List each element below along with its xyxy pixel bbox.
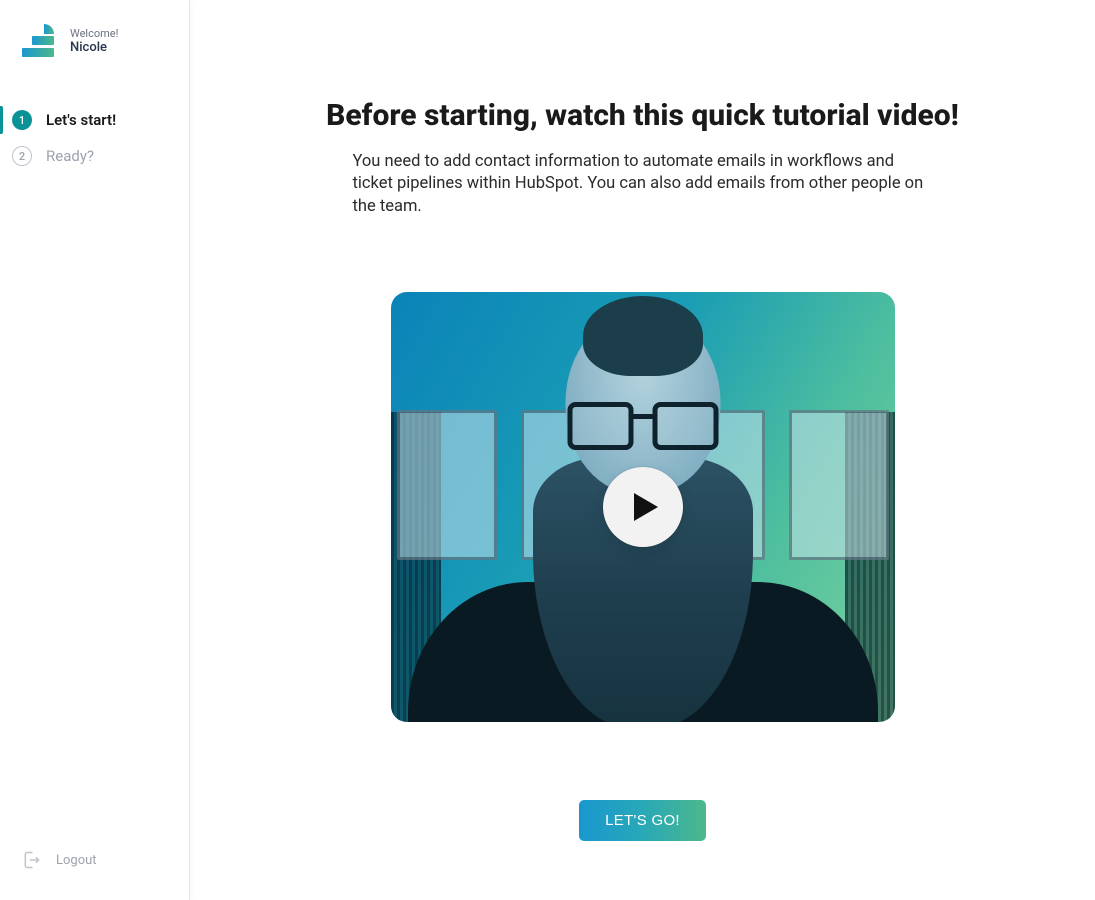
logout-icon — [22, 850, 42, 870]
play-button[interactable] — [603, 467, 683, 547]
step-number-badge: 1 — [12, 110, 32, 130]
step-label: Let's start! — [46, 111, 116, 129]
step-number-badge: 2 — [12, 146, 32, 166]
sidebar-header: Welcome! Nicole — [0, 0, 189, 76]
step-ready[interactable]: 2 Ready? — [0, 138, 189, 174]
welcome-block: Welcome! Nicole — [70, 27, 118, 56]
logout-label: Logout — [56, 853, 97, 868]
step-lets-start[interactable]: 1 Let's start! — [0, 102, 189, 138]
step-label: Ready? — [46, 147, 94, 165]
lets-go-button[interactable]: LET'S GO! — [579, 800, 706, 841]
logout-button[interactable]: Logout — [0, 832, 189, 900]
page-subtitle: You need to add contact information to a… — [353, 151, 933, 218]
sidebar: Welcome! Nicole 1 Let's start! 2 Ready? … — [0, 0, 190, 900]
main-content: Before starting, watch this quick tutori… — [190, 0, 1095, 900]
user-name: Nicole — [70, 40, 118, 56]
welcome-label: Welcome! — [70, 27, 118, 40]
app-logo-icon — [22, 24, 60, 58]
play-icon — [632, 491, 660, 523]
page-heading: Before starting, watch this quick tutori… — [326, 98, 959, 133]
tutorial-video[interactable] — [391, 292, 895, 722]
steps-nav: 1 Let's start! 2 Ready? — [0, 102, 189, 174]
